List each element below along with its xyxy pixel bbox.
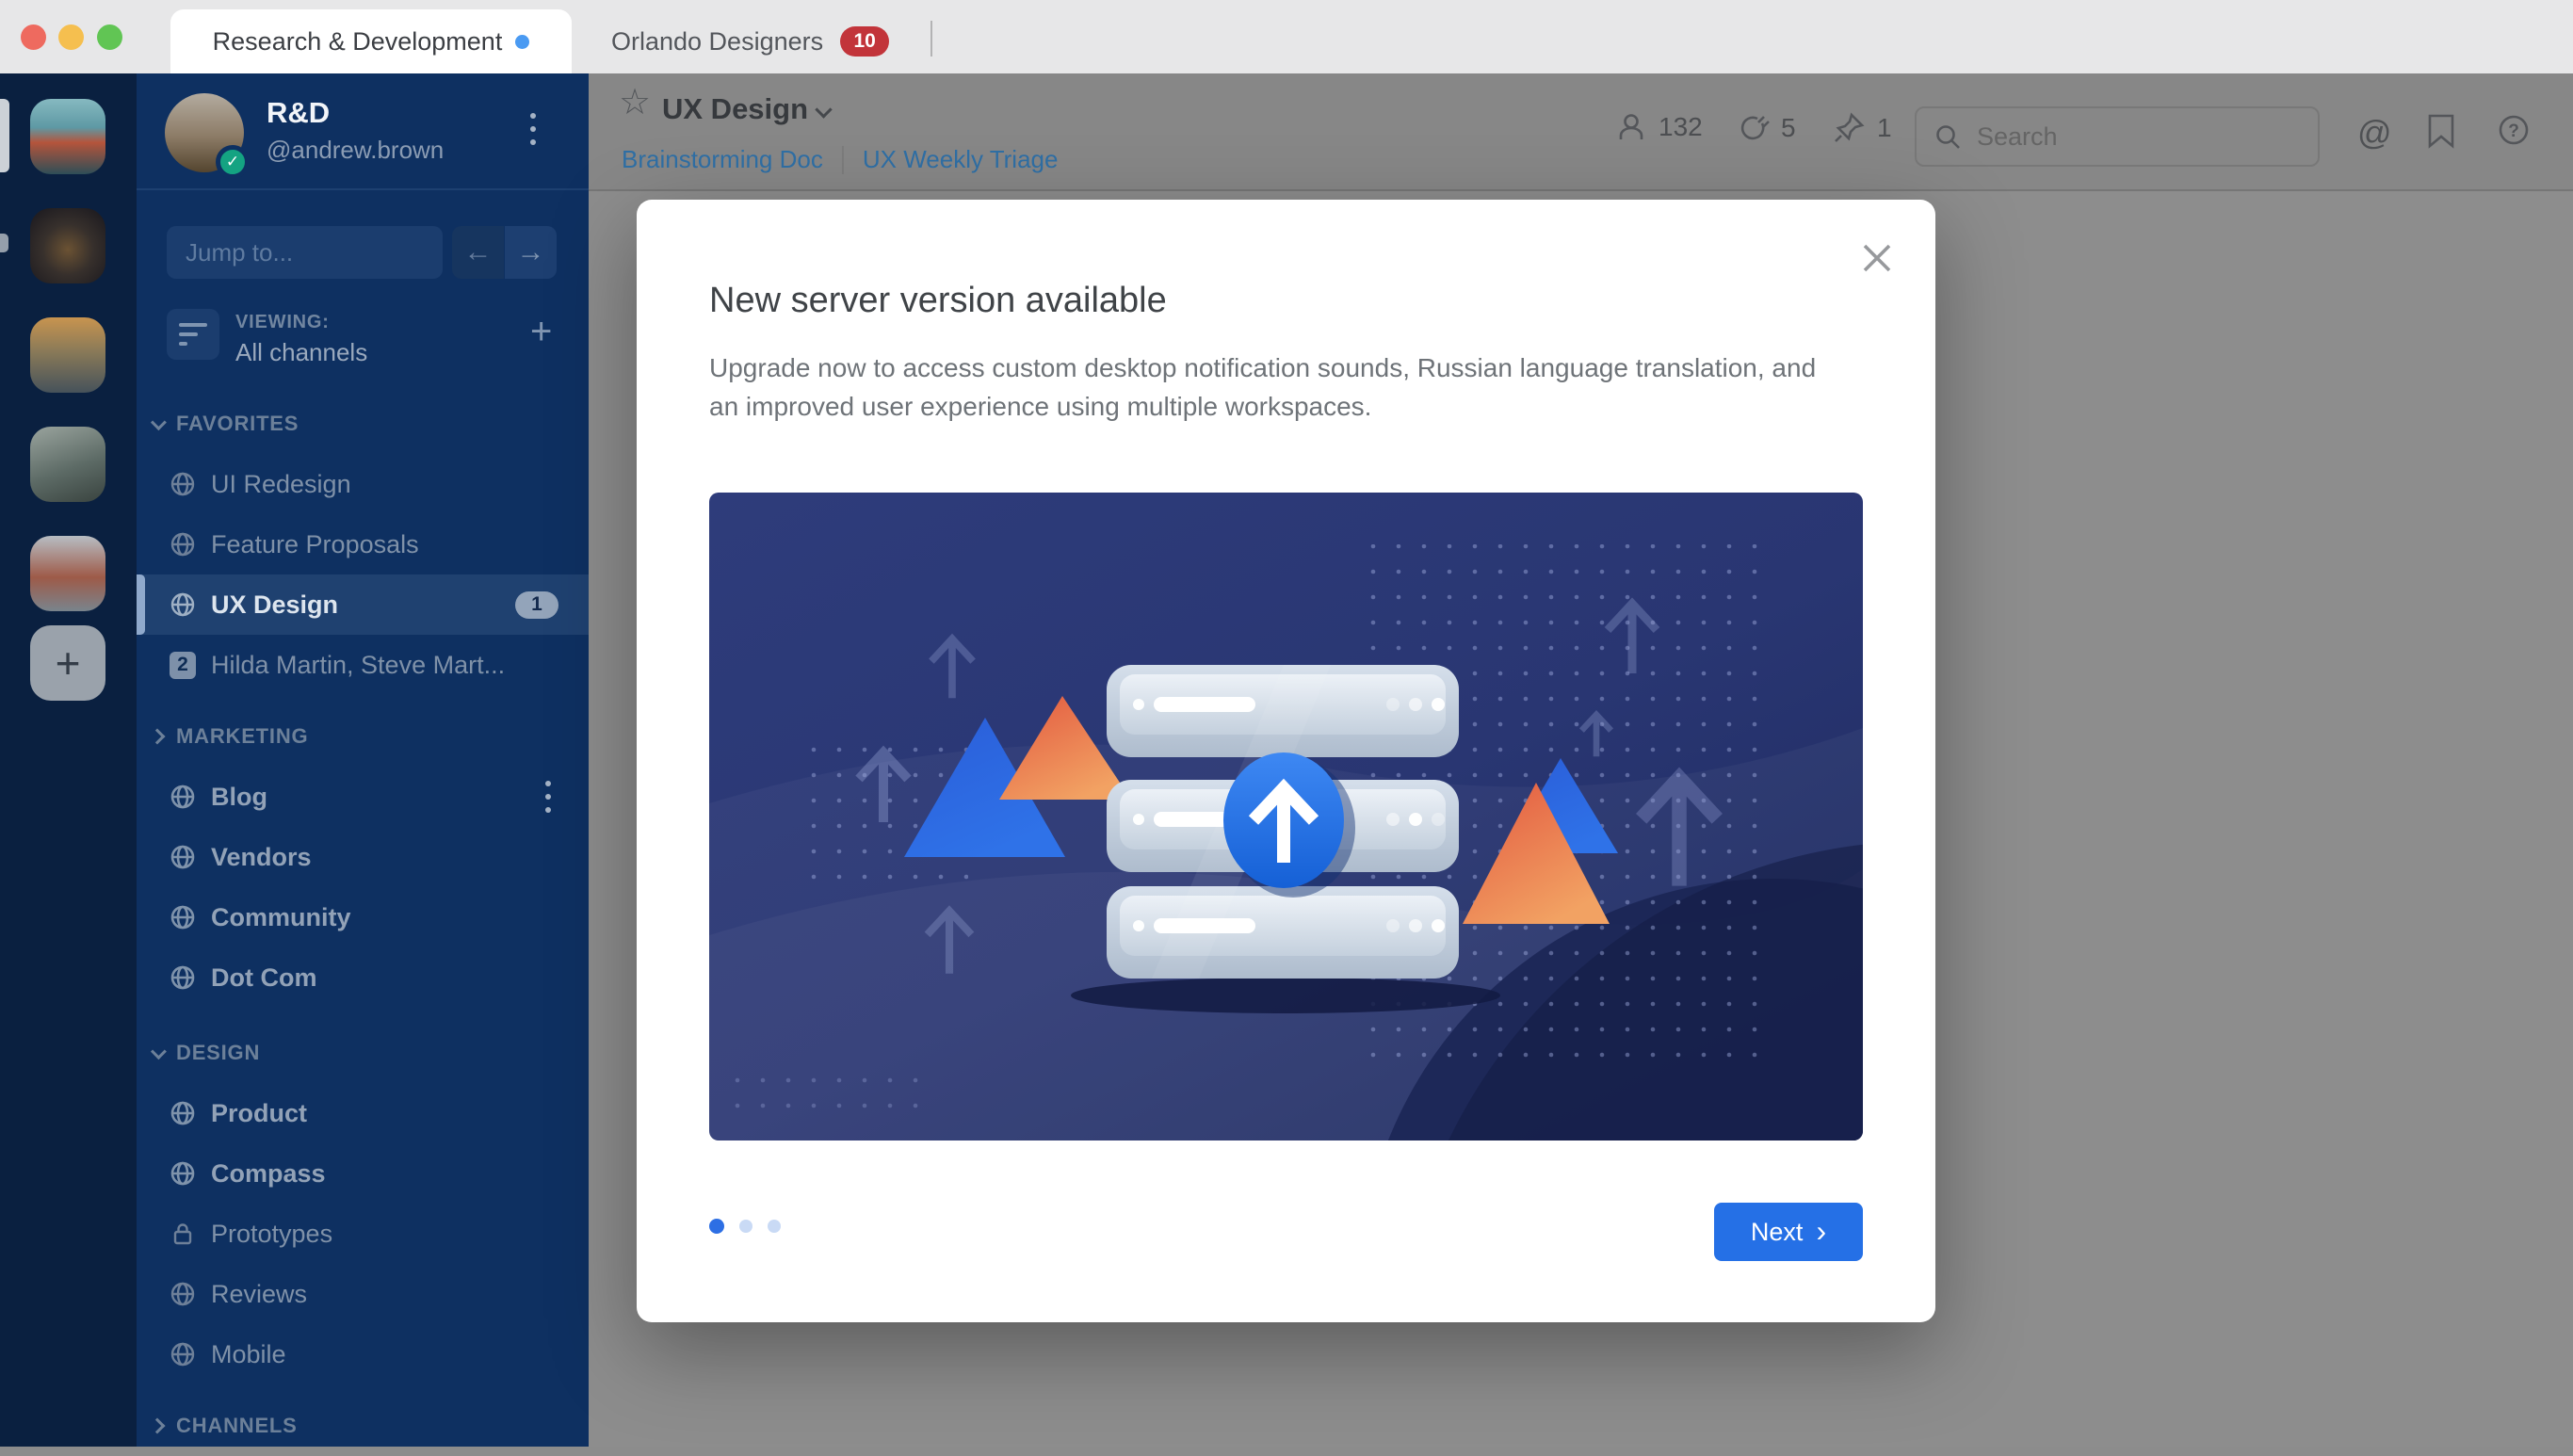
channel-filter-icon[interactable] — [167, 309, 219, 360]
profile-header: ✓ R&D @andrew.brown — [137, 73, 589, 190]
sidebar-item-community[interactable]: Community — [137, 887, 589, 947]
svg-text:?: ? — [2508, 121, 2519, 141]
lock-icon — [170, 1221, 196, 1247]
add-channel-icon[interactable]: + — [530, 311, 552, 353]
jump-to-input[interactable] — [167, 226, 443, 279]
subtab-brainstorming-doc[interactable]: Brainstorming Doc — [622, 145, 823, 174]
history-forward-button[interactable]: → — [505, 226, 557, 279]
tab-unread-badge: 10 — [840, 26, 890, 57]
maximize-window-button[interactable] — [97, 24, 122, 50]
unread-dot — [515, 34, 530, 49]
chevron-down-icon — [150, 414, 167, 431]
chevron-right-icon — [149, 728, 166, 745]
carousel-pagination — [709, 1219, 781, 1234]
active-workspace-indicator — [0, 99, 9, 172]
sidebar-item-mobile[interactable]: Mobile — [137, 1324, 589, 1384]
search-icon — [1936, 125, 1960, 149]
modal-title: New server version available — [709, 281, 1167, 320]
search-input[interactable] — [1977, 121, 2288, 152]
sidebar-item-ux-design[interactable]: UX Design 1 — [137, 574, 589, 635]
globe-icon — [170, 1160, 196, 1187]
pins-stat[interactable]: 1 — [1832, 111, 1892, 145]
globe-icon — [170, 904, 196, 930]
pin-icon — [1835, 112, 1865, 142]
workspace-rail: + — [0, 73, 137, 1447]
channel-menu-icon[interactable] — [545, 781, 551, 813]
pager-dot[interactable] — [739, 1220, 752, 1233]
sidebar-item-vendors[interactable]: Vendors — [137, 827, 589, 887]
workspace-avatar-2[interactable] — [30, 208, 105, 283]
workspace-unread-dot — [0, 234, 8, 252]
star-icon[interactable]: ☆ — [619, 81, 651, 123]
section-header-favorites[interactable]: FAVORITES — [137, 394, 589, 454]
section-header-marketing[interactable]: MARKETING — [137, 706, 589, 767]
presence-check-icon: ✓ — [216, 145, 250, 179]
search-box[interactable] — [1915, 106, 2320, 167]
sidebar-item-blog[interactable]: Blog — [137, 767, 589, 827]
close-icon[interactable] — [1860, 241, 1894, 275]
next-button[interactable]: Next › — [1714, 1203, 1863, 1261]
subtab-ux-weekly-triage[interactable]: UX Weekly Triage — [863, 145, 1059, 174]
globe-icon — [170, 1341, 196, 1367]
modal-body-text: Upgrade now to access custom desktop not… — [709, 353, 1817, 421]
mentions-at-icon[interactable]: @ — [2357, 113, 2392, 153]
profile-menu-icon[interactable] — [530, 113, 536, 145]
dm-count-badge: 2 — [170, 651, 196, 679]
section-header-channels[interactable]: CHANNELS — [137, 1396, 589, 1456]
add-workspace-button[interactable]: + — [30, 625, 105, 701]
chevron-down-icon — [150, 1043, 167, 1060]
history-back-button[interactable]: ← — [452, 226, 504, 279]
sidebar-item-ui-redesign[interactable]: UI Redesign — [137, 454, 589, 514]
sidebar-item-product[interactable]: Product — [137, 1083, 589, 1143]
chevron-down-icon — [815, 101, 833, 119]
help-icon[interactable]: ? — [2497, 113, 2531, 152]
sidebar-item-compass[interactable]: Compass — [137, 1143, 589, 1204]
pager-dot-active[interactable] — [709, 1219, 724, 1234]
sidebar: ✓ R&D @andrew.brown ← → VIEWING: All cha… — [137, 73, 589, 1447]
integrations-stat[interactable]: 5 — [1736, 111, 1796, 145]
tab-label: Research & Development — [212, 26, 503, 56]
tab-label: Orlando Designers — [611, 26, 824, 56]
sidebar-item-dot-com[interactable]: Dot Com — [137, 947, 589, 1008]
window-tab-strip: Research & Development Orlando Designers… — [0, 0, 2573, 73]
server-upgrade-illustration — [709, 493, 1863, 1141]
globe-icon — [170, 591, 196, 618]
workspace-avatar-1[interactable] — [30, 99, 105, 174]
user-handle: @andrew.brown — [267, 136, 445, 164]
workspace-tab-research-development[interactable]: Research & Development — [170, 9, 572, 73]
sidebar-item-prototypes[interactable]: Prototypes — [137, 1204, 589, 1264]
sidebar-item-feature-proposals[interactable]: Feature Proposals — [137, 514, 589, 574]
sidebar-item-dm-hilda-steve[interactable]: 2 Hilda Martin, Steve Mart... — [137, 635, 589, 695]
channel-subtabs: Brainstorming Doc UX Weekly Triage — [622, 145, 1058, 174]
plug-icon — [1740, 116, 1770, 140]
person-icon — [1619, 114, 1643, 139]
workspace-avatar-3[interactable] — [30, 317, 105, 393]
tab-divider — [930, 21, 932, 57]
minimize-window-button[interactable] — [58, 24, 84, 50]
sidebar-item-reviews[interactable]: Reviews — [137, 1264, 589, 1324]
globe-icon — [170, 1281, 196, 1307]
close-window-button[interactable] — [21, 24, 46, 50]
members-stat[interactable]: 132 — [1615, 111, 1703, 143]
chevron-right-icon — [149, 1417, 166, 1434]
channel-title[interactable]: UX Design — [662, 92, 808, 126]
pager-dot[interactable] — [768, 1220, 781, 1233]
bookmark-icon[interactable] — [2427, 113, 2455, 154]
workspace-avatar-4[interactable] — [30, 427, 105, 502]
viewing-value[interactable]: All channels — [235, 338, 367, 367]
globe-icon — [170, 784, 196, 810]
workspace-avatar-5[interactable] — [30, 536, 105, 611]
globe-icon — [170, 844, 196, 870]
globe-icon — [170, 1100, 196, 1126]
unread-count-badge: 1 — [515, 590, 558, 619]
channel-header: ☆ UX Design Brainstorming Doc UX Weekly … — [589, 73, 2573, 191]
section-header-design[interactable]: DESIGN — [137, 1023, 589, 1083]
viewing-label: VIEWING: — [235, 312, 330, 332]
workspace-tab-orlando-designers[interactable]: Orlando Designers 10 — [611, 9, 890, 73]
globe-icon — [170, 531, 196, 558]
globe-icon — [170, 471, 196, 497]
globe-icon — [170, 964, 196, 991]
workspace-name: R&D — [267, 96, 331, 129]
upgrade-modal: New server version available Upgrade now… — [637, 200, 1935, 1322]
